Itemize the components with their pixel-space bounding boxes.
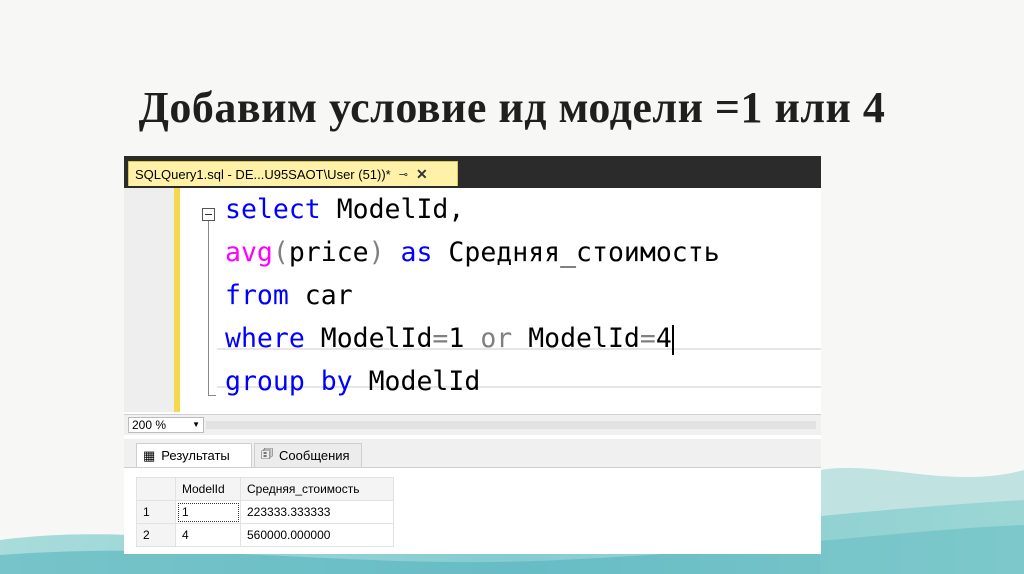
keyword: group by <box>225 366 353 397</box>
ssms-window: SQLQuery1.sql - DE...U95SAOT\User (51))*… <box>124 156 821 554</box>
results-tab-strip: ▦ Результаты 🗊 Сообщения <box>124 439 821 468</box>
outline-guide-end <box>208 395 216 396</box>
paren: ( <box>272 237 289 268</box>
document-tab[interactable]: SQLQuery1.sql - DE...U95SAOT\User (51))*… <box>128 161 458 186</box>
column-header[interactable]: Средняя_стоимость <box>240 477 394 501</box>
row-number[interactable]: 2 <box>136 523 176 547</box>
keyword: where <box>225 323 305 354</box>
function-name: avg <box>225 237 273 268</box>
text-caret <box>671 324 674 355</box>
close-icon[interactable]: ✕ <box>416 166 428 183</box>
code-text: ModelId <box>512 323 640 354</box>
grid-cell[interactable]: 223333.333333 <box>240 500 394 524</box>
keyword: select <box>225 194 321 225</box>
zoom-value: 200 % <box>132 418 167 432</box>
grid-icon: ▦ <box>143 447 156 463</box>
tab-messages[interactable]: 🗊 Сообщения <box>254 443 362 467</box>
code-text: car <box>288 280 353 311</box>
results-grid[interactable]: ModelId Средняя_стоимость 1 1 223333.333… <box>136 477 394 547</box>
document-tab-label: SQLQuery1.sql - DE...U95SAOT\User (51))* <box>135 166 391 182</box>
grid-corner[interactable] <box>136 477 176 501</box>
code-text: Средняя_стоимость <box>432 237 720 268</box>
operator: = <box>432 323 449 354</box>
grid-cell[interactable]: 4 <box>175 523 241 547</box>
operator: or <box>480 323 513 354</box>
grid-cell[interactable]: 560000.000000 <box>240 523 394 547</box>
code-line-3: from car <box>225 274 353 317</box>
slide-title: Добавим условие ид модели =1 или 4 <box>138 83 886 132</box>
code-line-2: avg(price) as Средняя_стоимость <box>225 231 720 274</box>
code-text: 4 <box>655 323 672 354</box>
outline-guide <box>208 221 209 396</box>
table-row: 1 1 223333.333333 <box>136 500 394 524</box>
column-header[interactable]: ModelId <box>175 477 241 501</box>
results-pane: ▦ Результаты 🗊 Сообщения ModelId Средняя… <box>124 435 821 554</box>
grid-header-row: ModelId Средняя_стоимость <box>136 477 394 501</box>
table-row: 2 4 560000.000000 <box>136 523 394 547</box>
messages-icon: 🗊 <box>261 445 274 461</box>
pin-icon[interactable]: ⊸ <box>399 168 408 181</box>
tab-results[interactable]: ▦ Результаты <box>136 443 252 467</box>
code-text: price <box>288 237 369 268</box>
code-line-4: where ModelId=1 or ModelId=4 <box>225 317 674 360</box>
grid-cell[interactable]: 1 <box>175 500 241 524</box>
code-text: ModelId <box>352 366 481 397</box>
code-text: ModelId <box>304 323 433 354</box>
code-line-5: group by ModelId <box>225 360 480 403</box>
zoom-select[interactable]: 200 % ▼ <box>128 417 204 433</box>
change-tracking-bar <box>174 188 180 412</box>
keyword: as <box>384 237 433 268</box>
code-text: 1 <box>448 323 481 354</box>
horizontal-scrollbar[interactable] <box>206 421 816 429</box>
editor-margin <box>124 188 174 412</box>
document-tab-strip: SQLQuery1.sql - DE...U95SAOT\User (51))*… <box>124 156 821 188</box>
code-line-1: select ModelId, <box>225 188 464 231</box>
paren: ) <box>368 237 385 268</box>
tab-messages-label: Сообщения <box>279 448 350 463</box>
code-text: ModelId, <box>320 194 465 225</box>
collapse-outline-icon[interactable] <box>202 208 215 221</box>
tab-results-label: Результаты <box>161 448 230 463</box>
keyword: from <box>225 280 289 311</box>
row-number[interactable]: 1 <box>136 500 176 524</box>
chevron-down-icon[interactable]: ▼ <box>192 418 200 432</box>
editor-status-bar: 200 % ▼ <box>124 414 821 435</box>
operator: = <box>639 323 656 354</box>
